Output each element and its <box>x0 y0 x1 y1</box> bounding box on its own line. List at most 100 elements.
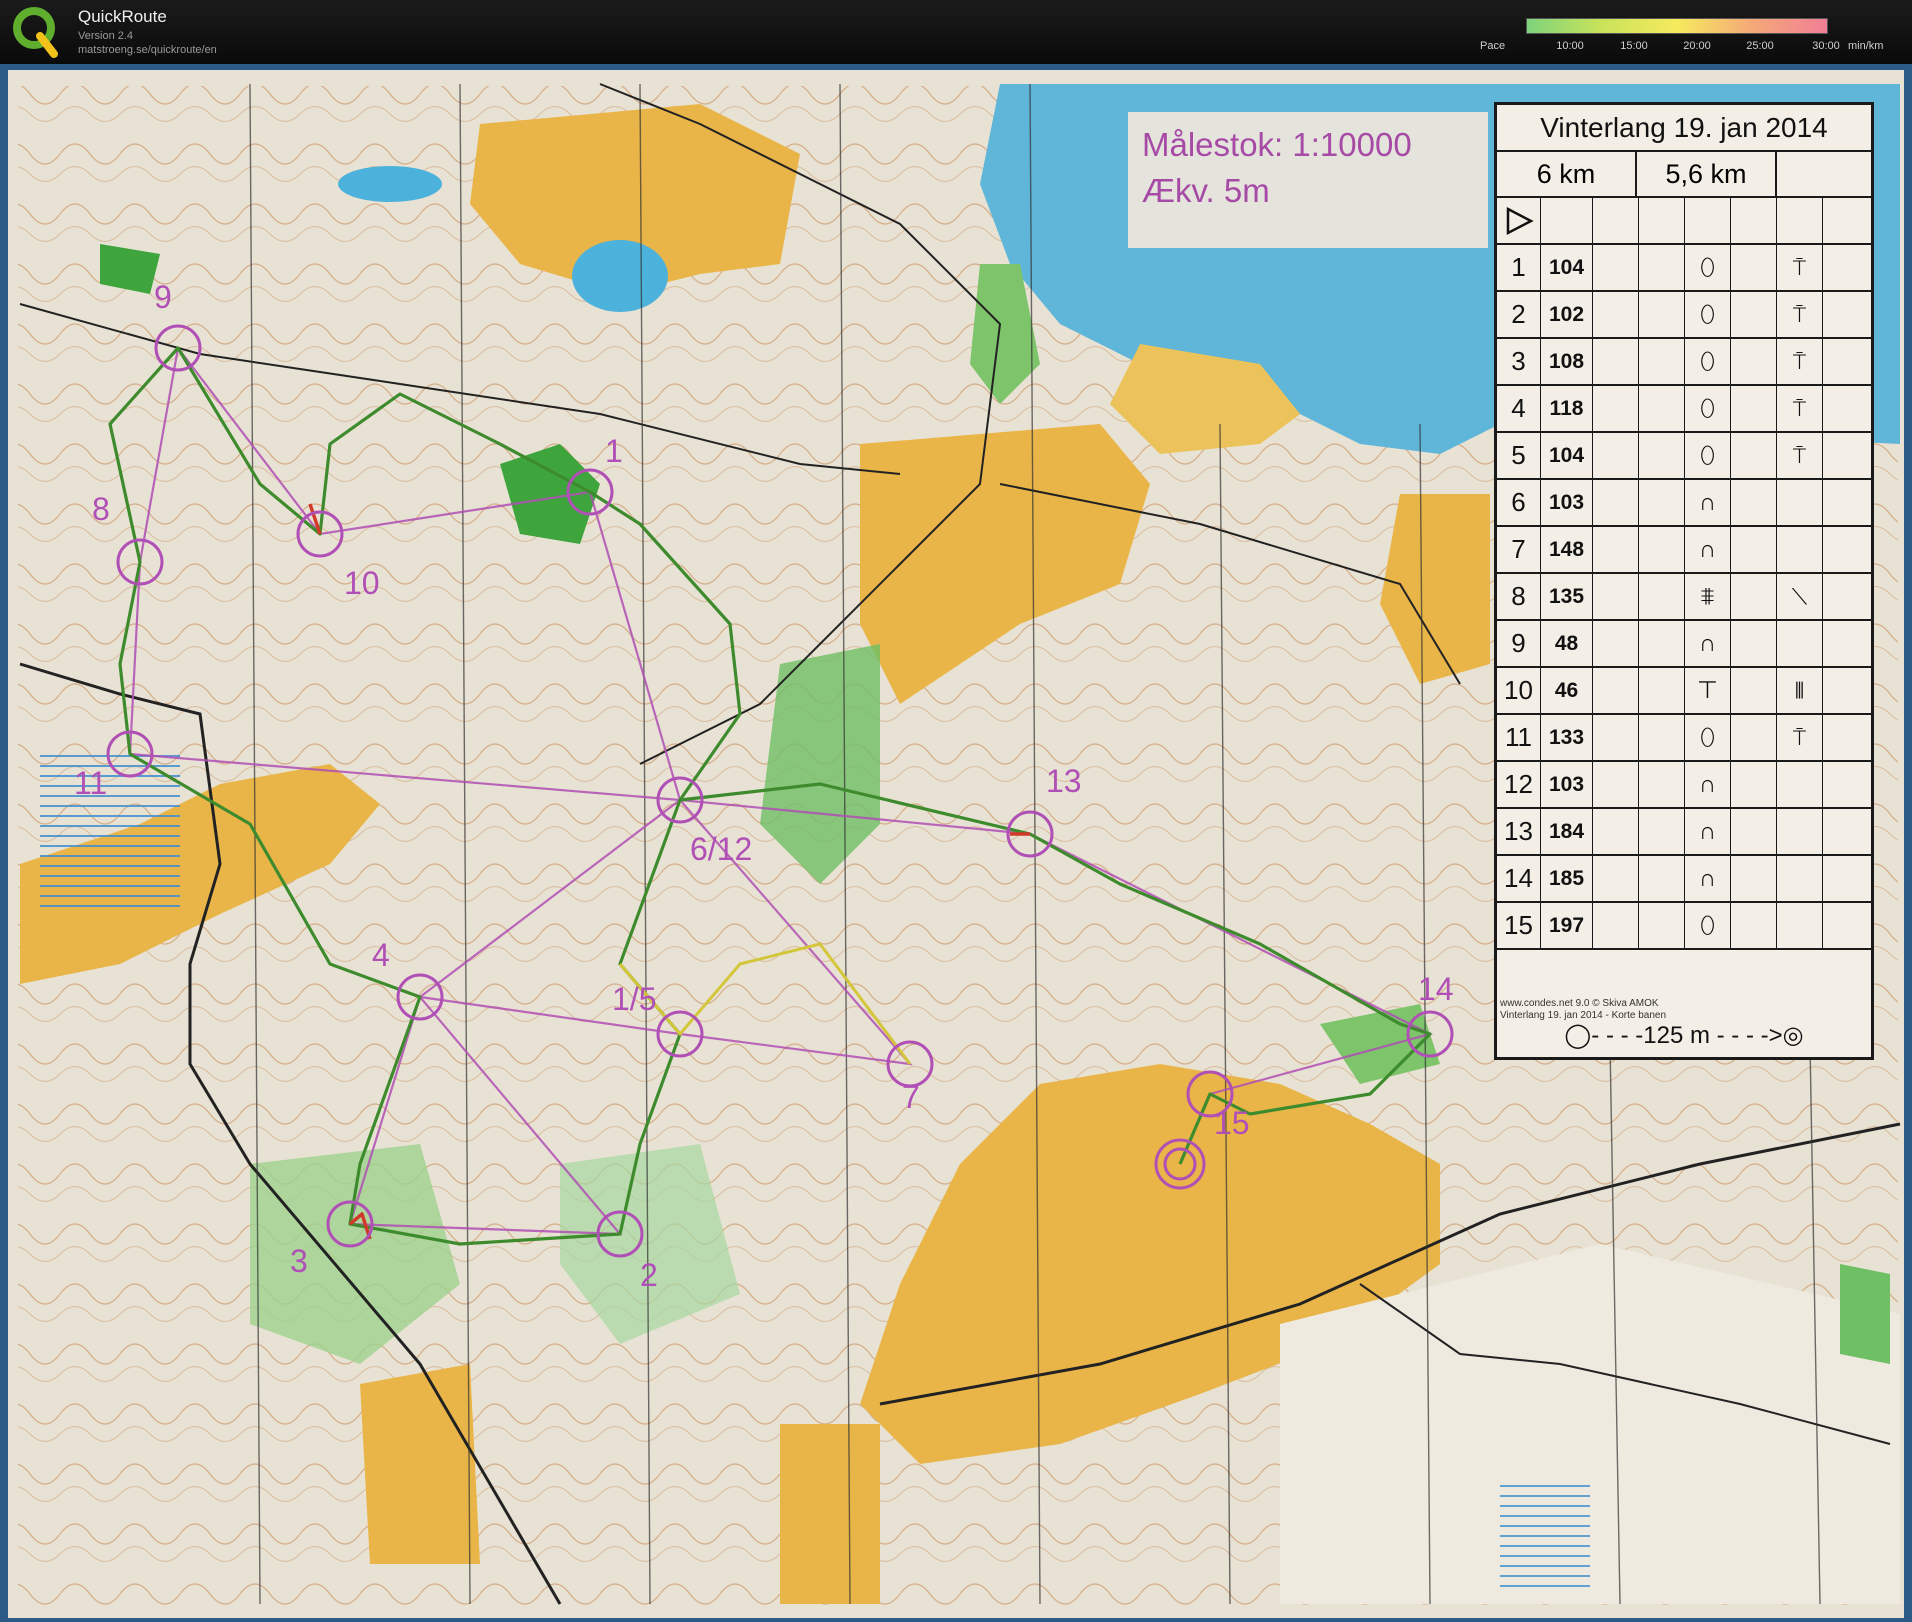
map-scale: Målestok: 1:10000 <box>1142 126 1412 163</box>
start-triangle-icon <box>1497 198 1541 243</box>
column-c <box>1593 668 1639 713</box>
column-c <box>1593 292 1639 337</box>
feature-symbol-icon: ⬯ <box>1685 292 1731 337</box>
detail-symbol-icon <box>1777 809 1823 854</box>
column-d <box>1639 339 1685 384</box>
pace-unit: min/km <box>1848 40 1884 52</box>
column-f <box>1731 433 1777 478</box>
column-d <box>1639 668 1685 713</box>
feature-symbol-icon: ⬯ <box>1685 903 1731 948</box>
control-row: 6 103 ∩ <box>1497 480 1871 527</box>
detail-symbol-icon <box>1777 480 1823 525</box>
column-c <box>1593 856 1639 901</box>
feature-symbol-icon: ∩ <box>1685 809 1731 854</box>
column-f <box>1731 480 1777 525</box>
control-row: 10 46 ⊤ ⫴ <box>1497 668 1871 715</box>
control-row: 2 102 ⬯ ⍑ <box>1497 292 1871 339</box>
control-row: 14 185 ∩ <box>1497 856 1871 903</box>
control-description-card: Vinterlang 19. jan 2014 6 km 5,6 km 1 104… <box>1494 102 1874 1060</box>
control-number: 11 <box>1497 715 1541 760</box>
column-f <box>1731 809 1777 854</box>
course-title: Vinterlang 19. jan 2014 <box>1497 105 1871 152</box>
detail-symbol-icon: ⍑ <box>1777 245 1823 290</box>
column-d <box>1639 527 1685 572</box>
credit-line: www.condes.net 9.0 © Skiva AMOK <box>1500 998 1659 1009</box>
column-c <box>1593 339 1639 384</box>
course-length: 5,6 km <box>1637 152 1777 196</box>
pond <box>572 240 668 312</box>
control-code: 148 <box>1541 527 1593 572</box>
control-row: 8 135 ⩨ ⟍ <box>1497 574 1871 621</box>
control-code: 104 <box>1541 245 1593 290</box>
feature-symbol-icon: ∩ <box>1685 480 1731 525</box>
feature-symbol-icon: ∩ <box>1685 856 1731 901</box>
control-code: 185 <box>1541 856 1593 901</box>
control-number: 14 <box>1497 856 1541 901</box>
detail-symbol-icon <box>1777 527 1823 572</box>
column-c <box>1593 903 1639 948</box>
detail-symbol-icon: ⫴ <box>1777 668 1823 713</box>
control-number: 13 <box>1497 809 1541 854</box>
column-d <box>1639 715 1685 760</box>
column-c <box>1593 245 1639 290</box>
column-c <box>1593 621 1639 666</box>
control-code: 197 <box>1541 903 1593 948</box>
detail-symbol-icon: ⍑ <box>1777 433 1823 478</box>
column-d <box>1639 856 1685 901</box>
map-view[interactable]: 1 2 3 4 1/5 6/12 7 8 9 10 11 13 14 15 Må… <box>0 64 1912 1622</box>
detail-symbol-icon: ⍑ <box>1777 339 1823 384</box>
detail-symbol-icon: ⍑ <box>1777 715 1823 760</box>
control-number: 4 <box>1497 386 1541 431</box>
app-url-link[interactable]: matstroeng.se/quickroute/en <box>78 44 217 56</box>
control-row: 13 184 ∩ <box>1497 809 1871 856</box>
control-number: 3 <box>1497 339 1541 384</box>
detail-symbol-icon: ⟍ <box>1777 574 1823 619</box>
app-header: QuickRoute Version 2.4 matstroeng.se/qui… <box>0 0 1912 64</box>
pace-tick: 10:00 <box>1556 40 1584 52</box>
pace-color-scale <box>1526 18 1828 34</box>
app-version: Version 2.4 <box>78 30 134 42</box>
control-label: 4 <box>372 937 390 973</box>
control-row: 5 104 ⬯ ⍑ <box>1497 433 1871 480</box>
control-number: 7 <box>1497 527 1541 572</box>
control-row: 1 104 ⬯ ⍑ <box>1497 245 1871 292</box>
quickroute-logo-icon <box>13 7 58 58</box>
pond <box>338 166 442 202</box>
pace-tick: 30:00 <box>1812 40 1840 52</box>
control-code: 135 <box>1541 574 1593 619</box>
feature-symbol-icon: ⬯ <box>1685 245 1731 290</box>
detail-symbol-icon: ⍑ <box>1777 292 1823 337</box>
control-code: 46 <box>1541 668 1593 713</box>
control-label: 11 <box>74 765 107 801</box>
column-f <box>1731 527 1777 572</box>
feature-symbol-icon: ⬯ <box>1685 433 1731 478</box>
column-c <box>1593 762 1639 807</box>
control-code: 184 <box>1541 809 1593 854</box>
course-length-row: 6 km 5,6 km <box>1497 152 1871 198</box>
control-label: 7 <box>902 1079 920 1115</box>
pace-tick: 15:00 <box>1620 40 1648 52</box>
control-label: 9 <box>154 279 172 315</box>
open-field <box>780 1424 880 1604</box>
column-d <box>1639 809 1685 854</box>
control-label: 2 <box>640 1257 658 1293</box>
control-row: 7 148 ∩ <box>1497 527 1871 574</box>
feature-symbol-icon: ⬯ <box>1685 715 1731 760</box>
control-code: 133 <box>1541 715 1593 760</box>
detail-symbol-icon: ⍑ <box>1777 386 1823 431</box>
control-number: 5 <box>1497 433 1541 478</box>
feature-symbol-icon: ⬯ <box>1685 339 1731 384</box>
column-d <box>1639 903 1685 948</box>
control-number: 12 <box>1497 762 1541 807</box>
column-c <box>1593 574 1639 619</box>
map-credit: www.condes.net 9.0 © Skiva AMOK Vinterla… <box>1500 998 1666 1022</box>
column-c <box>1593 527 1639 572</box>
pace-label: Pace <box>1480 40 1506 52</box>
column-f <box>1731 386 1777 431</box>
marsh-area <box>40 754 180 914</box>
control-row: 9 48 ∩ <box>1497 621 1871 668</box>
marsh-area <box>1500 1484 1590 1594</box>
column-d <box>1639 480 1685 525</box>
column-d <box>1639 292 1685 337</box>
column-c <box>1593 386 1639 431</box>
